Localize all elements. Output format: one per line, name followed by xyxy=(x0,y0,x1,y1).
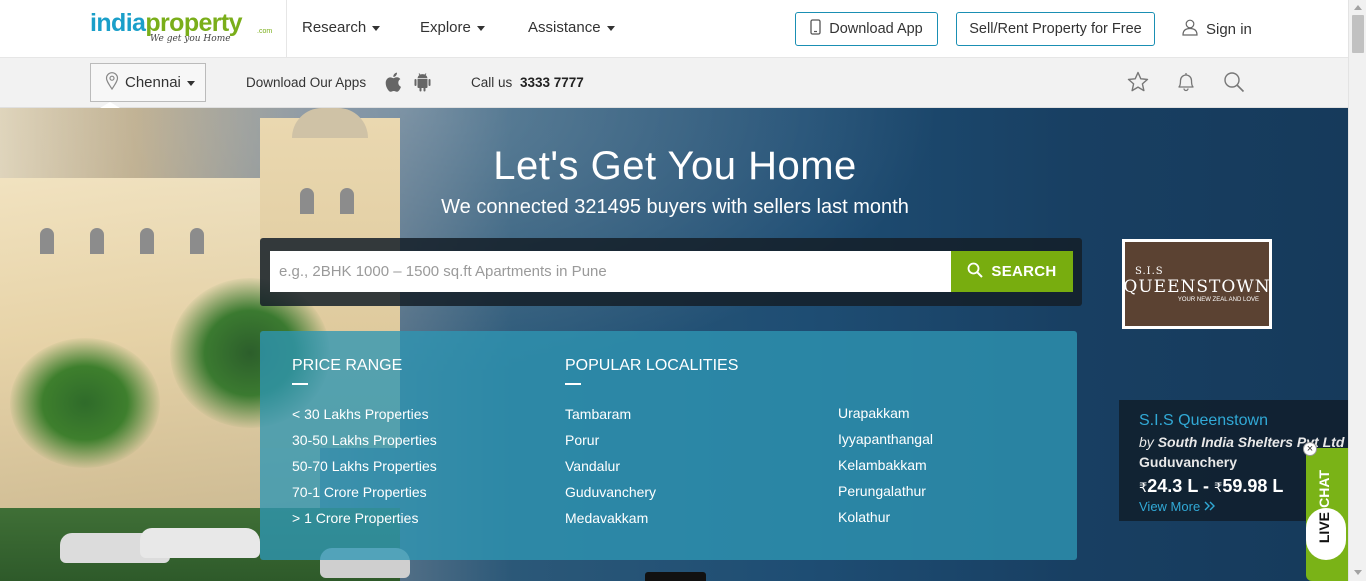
header-divider xyxy=(286,0,287,58)
car-image xyxy=(140,528,260,558)
hero-title: Let's Get You Home xyxy=(493,144,857,188)
sis-queenstown-ad[interactable]: S.I.S QUEENSTOWN YOUR NEW ZEAL AND LOVE xyxy=(1122,239,1272,329)
double-chevron-right-icon xyxy=(1204,499,1216,514)
hero-banner: Let's Get You Home We connected 321495 b… xyxy=(0,108,1348,581)
scroll-up-arrow-icon[interactable] xyxy=(1354,5,1362,10)
logo-tagline: We get you Home xyxy=(150,34,231,44)
sell-rent-label: Sell/Rent Property for Free xyxy=(969,21,1142,37)
search-button-label: SEARCH xyxy=(991,263,1057,280)
locality-link[interactable]: Tambaram xyxy=(565,406,631,422)
ad-line-1: S.I.S xyxy=(1135,265,1164,277)
search-bar: SEARCH xyxy=(260,238,1082,306)
price-link[interactable]: 50-70 Lakhs Properties xyxy=(292,458,437,474)
download-app-button[interactable]: Download App xyxy=(795,12,938,46)
call-us-label: Call us xyxy=(471,75,513,90)
site-logo[interactable]: indiaproperty .com We get you Home xyxy=(90,9,272,49)
building-window xyxy=(90,228,104,254)
caret-down-icon xyxy=(372,26,381,31)
download-app-label: Download App xyxy=(829,21,923,37)
promo-price-separator: - xyxy=(1203,476,1210,496)
locality-link[interactable]: Vandalur xyxy=(565,458,620,474)
nav-explore-label: Explore xyxy=(420,19,471,36)
price-link[interactable]: 30-50 Lakhs Properties xyxy=(292,432,437,448)
promo-title[interactable]: S.I.S Queenstown xyxy=(1139,412,1348,430)
hero-palm-tree xyxy=(10,338,160,468)
city-pointer xyxy=(100,102,120,108)
nav-explore[interactable]: Explore xyxy=(420,19,485,36)
apple-icon[interactable] xyxy=(385,72,402,97)
hero-subtitle: We connected 321495 buyers with sellers … xyxy=(441,196,909,218)
download-apps-label: Download Our Apps xyxy=(246,75,367,90)
live-chat-chat-label: CHAT xyxy=(1316,470,1332,508)
locality-link[interactable]: Urapakkam xyxy=(838,405,910,421)
locality-link[interactable]: Kelambakkam xyxy=(838,457,927,473)
price-link[interactable]: > 1 Crore Properties xyxy=(292,510,418,526)
location-pin-icon xyxy=(105,71,119,94)
mobile-phone-icon xyxy=(810,19,821,39)
top-header: indiaproperty .com We get you Home Resea… xyxy=(0,0,1348,58)
promo-price-to: 59.98 L xyxy=(1222,476,1284,496)
popular-localities-heading: POPULAR LOCALITIES xyxy=(565,357,739,374)
city-label: Chennai xyxy=(125,74,181,91)
live-chat-widget[interactable]: CHAT LIVE xyxy=(1306,448,1348,581)
view-more-label: View More xyxy=(1139,499,1201,514)
search-icon xyxy=(967,262,984,282)
vertical-scrollbar[interactable] xyxy=(1348,0,1366,581)
caret-down-icon xyxy=(186,81,195,86)
building-window xyxy=(190,228,204,254)
ad-line-3: YOUR NEW ZEAL AND LOVE xyxy=(1177,296,1259,303)
quick-links-panel: PRICE RANGE < 30 Lakhs Properties 30-50 … xyxy=(260,331,1077,560)
nav-assistance-label: Assistance xyxy=(528,19,601,36)
locality-link[interactable]: Perungalathur xyxy=(838,483,926,499)
price-link[interactable]: 70-1 Crore Properties xyxy=(292,484,427,500)
nav-research[interactable]: Research xyxy=(302,19,381,36)
android-icon[interactable] xyxy=(414,72,431,97)
logo-property: property xyxy=(145,9,242,37)
building-window xyxy=(40,228,54,254)
scroll-thumb[interactable] xyxy=(1352,15,1364,53)
promo-price-from: 24.3 L xyxy=(1147,476,1198,496)
live-chat-close-button[interactable]: × xyxy=(1303,442,1317,456)
sell-rent-button[interactable]: Sell/Rent Property for Free xyxy=(956,12,1155,46)
building-window xyxy=(140,228,154,254)
ad-line-2: QUEENSTOWN xyxy=(1123,276,1271,297)
user-icon xyxy=(1182,19,1198,40)
nav-assistance[interactable]: Assistance xyxy=(528,19,615,36)
promo-location: Guduvanchery xyxy=(1139,454,1238,470)
sub-header: Chennai Download Our Apps Call us 3333 7… xyxy=(0,58,1348,108)
price-range-heading: PRICE RANGE xyxy=(292,357,403,374)
caret-down-icon xyxy=(476,26,485,31)
scroll-down-arrow-icon[interactable] xyxy=(1354,570,1362,575)
locality-link[interactable]: Kolathur xyxy=(838,509,890,525)
bottom-tab-handle[interactable] xyxy=(645,572,706,581)
heading-underline xyxy=(292,383,308,385)
caret-down-icon xyxy=(606,26,615,31)
live-chat-live-label: LIVE xyxy=(1316,512,1332,544)
sign-in-link[interactable]: Sign in xyxy=(1182,19,1252,40)
heading-underline xyxy=(565,383,581,385)
locality-link[interactable]: Guduvanchery xyxy=(565,484,656,500)
locality-link[interactable]: Medavakkam xyxy=(565,510,648,526)
price-link[interactable]: < 30 Lakhs Properties xyxy=(292,406,429,422)
star-icon[interactable] xyxy=(1127,71,1149,98)
logo-com: .com xyxy=(257,28,273,35)
logo-india: india xyxy=(90,9,146,37)
nav-research-label: Research xyxy=(302,19,367,36)
search-input[interactable] xyxy=(270,251,951,292)
sign-in-label: Sign in xyxy=(1206,21,1252,38)
search-icon[interactable] xyxy=(1223,71,1245,98)
locality-link[interactable]: Porur xyxy=(565,432,599,448)
locality-link[interactable]: Iyyapanthangal xyxy=(838,431,933,447)
search-button[interactable]: SEARCH xyxy=(951,251,1073,292)
call-number[interactable]: 3333 7777 xyxy=(520,75,584,90)
city-selector[interactable]: Chennai xyxy=(90,63,206,102)
promo-by: by xyxy=(1139,434,1154,450)
page: indiaproperty .com We get you Home Resea… xyxy=(0,0,1366,581)
bell-icon[interactable] xyxy=(1175,71,1197,98)
